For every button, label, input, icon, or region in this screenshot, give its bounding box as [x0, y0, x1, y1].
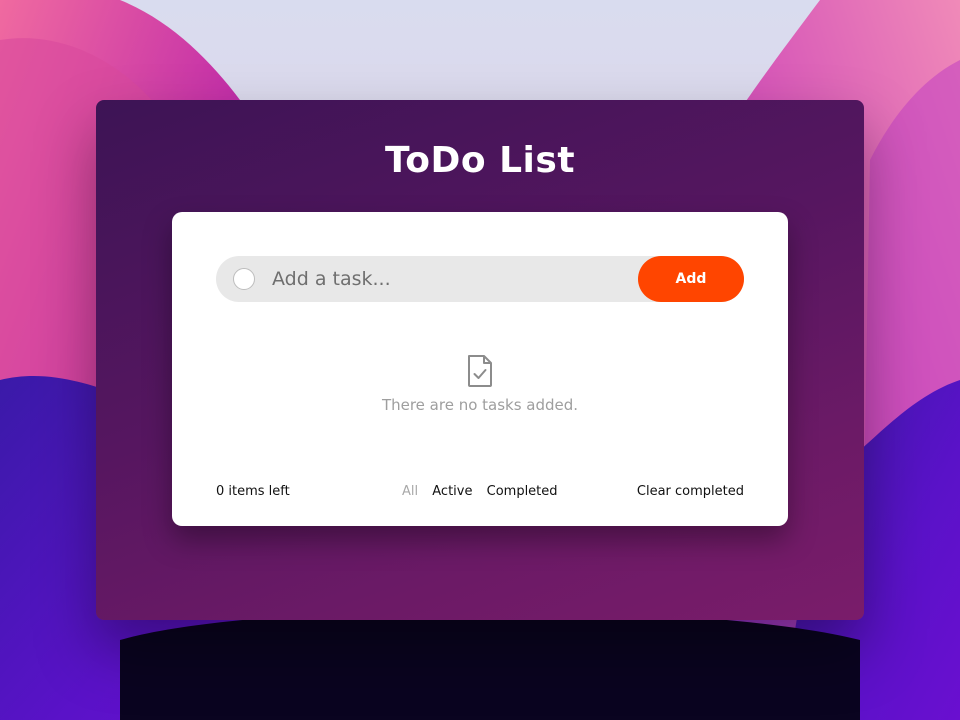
file-check-icon [466, 354, 494, 388]
app-title: ToDo List [384, 140, 576, 181]
empty-state: There are no tasks added. [172, 354, 788, 414]
filter-active[interactable]: Active [432, 484, 472, 499]
task-entry-bar: Add [216, 256, 744, 302]
empty-state-text: There are no tasks added. [381, 396, 579, 414]
todo-card: Add There are no tasks added. 0 items le… [172, 212, 788, 526]
filter-all[interactable]: All [402, 484, 418, 499]
todo-footer: 0 items left All Active Completed Clear … [216, 484, 744, 504]
filter-group: All Active Completed [402, 484, 568, 499]
todo-app-window: ToDo List Add There are no tasks added. … [96, 100, 864, 620]
task-input[interactable] [272, 256, 632, 302]
items-left-count: 0 items left [216, 484, 290, 499]
clear-completed-button[interactable]: Clear completed [637, 484, 744, 499]
task-checkbox[interactable] [233, 268, 255, 290]
filter-completed[interactable]: Completed [487, 484, 558, 499]
add-task-button[interactable]: Add [638, 256, 744, 302]
